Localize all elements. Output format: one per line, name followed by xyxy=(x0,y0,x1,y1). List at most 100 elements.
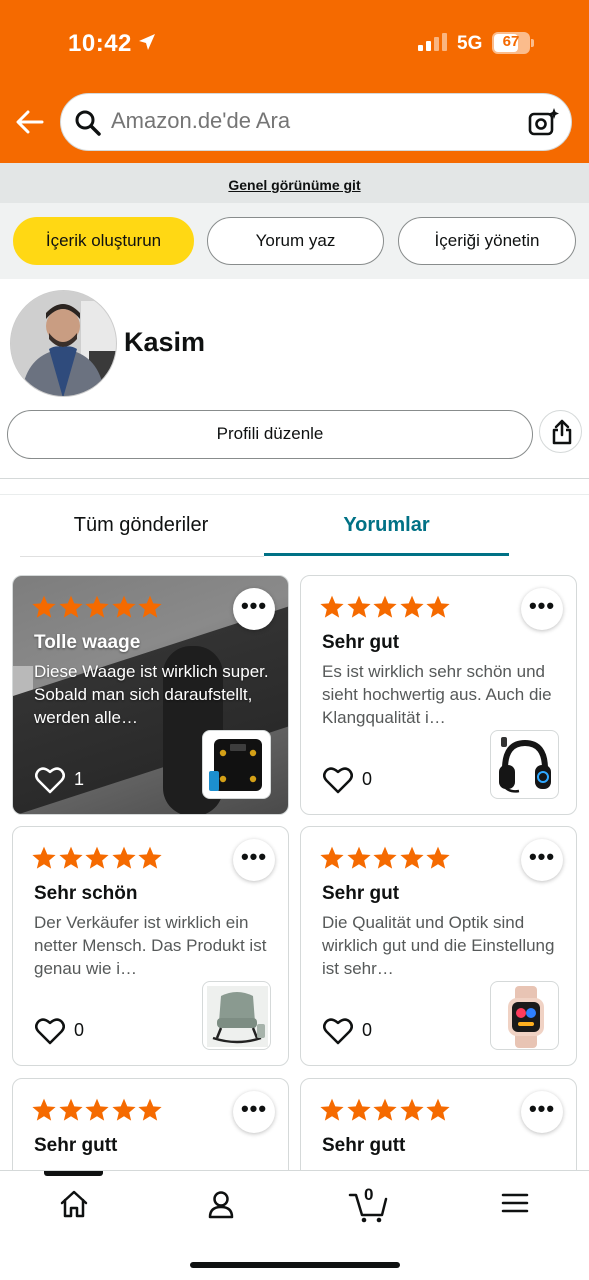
tab-active-indicator xyxy=(264,553,509,556)
more-options-button[interactable]: ••• xyxy=(233,1091,275,1133)
write-review-button[interactable]: Yorum yaz xyxy=(207,217,384,265)
tab-divider xyxy=(20,556,264,557)
divider xyxy=(0,494,589,495)
heart-icon[interactable] xyxy=(323,1017,353,1045)
search-input[interactable] xyxy=(111,108,511,134)
search-icon xyxy=(75,110,101,136)
star-icon xyxy=(399,846,424,869)
star-icon xyxy=(346,846,371,869)
create-content-button[interactable]: İçerik oluşturun xyxy=(13,217,194,265)
like-count: 0 xyxy=(362,769,373,789)
star-icon xyxy=(320,595,344,618)
star-icon xyxy=(111,846,136,869)
review-title: Sehr gut xyxy=(322,883,400,904)
heart-icon[interactable] xyxy=(323,766,353,794)
star-icon xyxy=(426,846,450,869)
more-options-button[interactable]: ••• xyxy=(521,588,563,630)
edit-profile-button[interactable]: Profili düzenle xyxy=(7,410,533,459)
star-icon xyxy=(426,595,450,618)
review-title: Sehr gut xyxy=(322,632,400,653)
overview-banner: Genel görünüme git xyxy=(0,163,589,203)
star-rating xyxy=(319,594,452,624)
star-rating xyxy=(31,845,164,875)
star-icon xyxy=(58,595,83,618)
star-rating xyxy=(31,1097,164,1127)
profile-name: Kasim xyxy=(124,327,206,357)
avatar xyxy=(10,290,117,397)
star-icon xyxy=(346,595,371,618)
star-icon xyxy=(32,846,56,869)
star-icon xyxy=(373,1098,397,1121)
camera-search-icon[interactable] xyxy=(527,106,561,138)
star-icon xyxy=(320,846,344,869)
like-count: 0 xyxy=(74,1020,85,1040)
star-icon xyxy=(138,595,162,618)
review-body: Es ist wirklich sehr schön und sieht hoc… xyxy=(322,662,552,727)
tab-reviews[interactable]: Yorumlar xyxy=(264,514,509,537)
signal-icon xyxy=(418,33,447,51)
star-icon xyxy=(426,1098,450,1121)
star-icon xyxy=(58,1098,83,1121)
star-icon xyxy=(32,595,56,618)
cart-button[interactable]: 0 xyxy=(348,1185,388,1223)
star-icon xyxy=(111,595,136,618)
more-options-button[interactable]: ••• xyxy=(233,588,275,630)
heart-icon[interactable] xyxy=(35,766,65,794)
product-thumbnail[interactable] xyxy=(490,730,559,799)
action-bar: İçerik oluşturun Yorum yaz İçeriği yönet… xyxy=(0,203,589,279)
star-icon xyxy=(32,1098,56,1121)
review-body: Diese Waage ist wirklich super. Sobald m… xyxy=(34,662,269,727)
smartwatch-image xyxy=(508,986,544,1048)
star-icon xyxy=(346,1098,371,1121)
more-options-button[interactable]: ••• xyxy=(521,1091,563,1133)
review-body: Die Qualität und Optik sind wirklich gut… xyxy=(322,913,555,978)
scale-image xyxy=(209,739,262,791)
chair-image xyxy=(207,986,268,1047)
review-card[interactable]: ••• Sehr schön Der Verkäufer ist wirklic… xyxy=(12,826,289,1066)
star-rating xyxy=(319,845,452,875)
star-icon xyxy=(399,595,424,618)
back-arrow-icon[interactable] xyxy=(14,106,46,138)
avatar-photo xyxy=(11,291,116,396)
star-icon xyxy=(138,846,162,869)
like-count: 1 xyxy=(74,769,85,789)
battery-level: 67 xyxy=(502,33,520,50)
review-title: Sehr gutt xyxy=(322,1135,406,1156)
star-icon xyxy=(85,1098,109,1121)
overview-link[interactable]: Genel görünüme git xyxy=(228,177,360,193)
star-icon xyxy=(373,846,397,869)
review-card[interactable]: ••• Sehr gut Es ist wirklich sehr schön … xyxy=(300,575,577,815)
product-thumbnail[interactable] xyxy=(490,981,559,1050)
nav-active-indicator xyxy=(44,1171,103,1176)
status-bar: 10:42 5G 67 xyxy=(0,0,589,88)
star-icon xyxy=(320,1098,344,1121)
location-arrow-icon xyxy=(139,34,155,50)
review-title: Sehr schön xyxy=(34,883,138,904)
star-icon xyxy=(138,1098,162,1121)
divider xyxy=(0,478,589,479)
review-body: Der Verkäufer ist wirklich ein netter Me… xyxy=(34,913,267,978)
star-icon xyxy=(85,846,109,869)
review-card[interactable]: ••• Sehr gut Die Qualität und Optik sind… xyxy=(300,826,577,1066)
manage-content-button[interactable]: İçeriği yönetin xyxy=(398,217,576,265)
review-card[interactable]: ••• Tolle waage Diese Waage ist wirklich… xyxy=(12,575,289,815)
star-rating xyxy=(319,1097,452,1127)
like-count: 0 xyxy=(362,1020,373,1040)
network-type: 5G xyxy=(457,33,483,54)
heart-icon[interactable] xyxy=(35,1017,65,1045)
review-title: Sehr gutt xyxy=(34,1135,118,1156)
more-options-button[interactable]: ••• xyxy=(233,839,275,881)
account-icon[interactable] xyxy=(206,1189,236,1219)
tab-all-posts[interactable]: Tüm gönderiler xyxy=(20,514,262,537)
star-icon xyxy=(373,595,397,618)
product-thumbnail[interactable] xyxy=(202,730,271,799)
review-title: Tolle waage xyxy=(34,632,141,653)
menu-icon[interactable] xyxy=(501,1189,529,1217)
status-time: 10:42 xyxy=(68,30,132,57)
home-icon[interactable] xyxy=(59,1189,89,1219)
search-bar[interactable] xyxy=(60,93,572,151)
star-icon xyxy=(58,846,83,869)
product-thumbnail[interactable] xyxy=(202,981,271,1050)
more-options-button[interactable]: ••• xyxy=(521,839,563,881)
share-button[interactable] xyxy=(539,410,582,453)
